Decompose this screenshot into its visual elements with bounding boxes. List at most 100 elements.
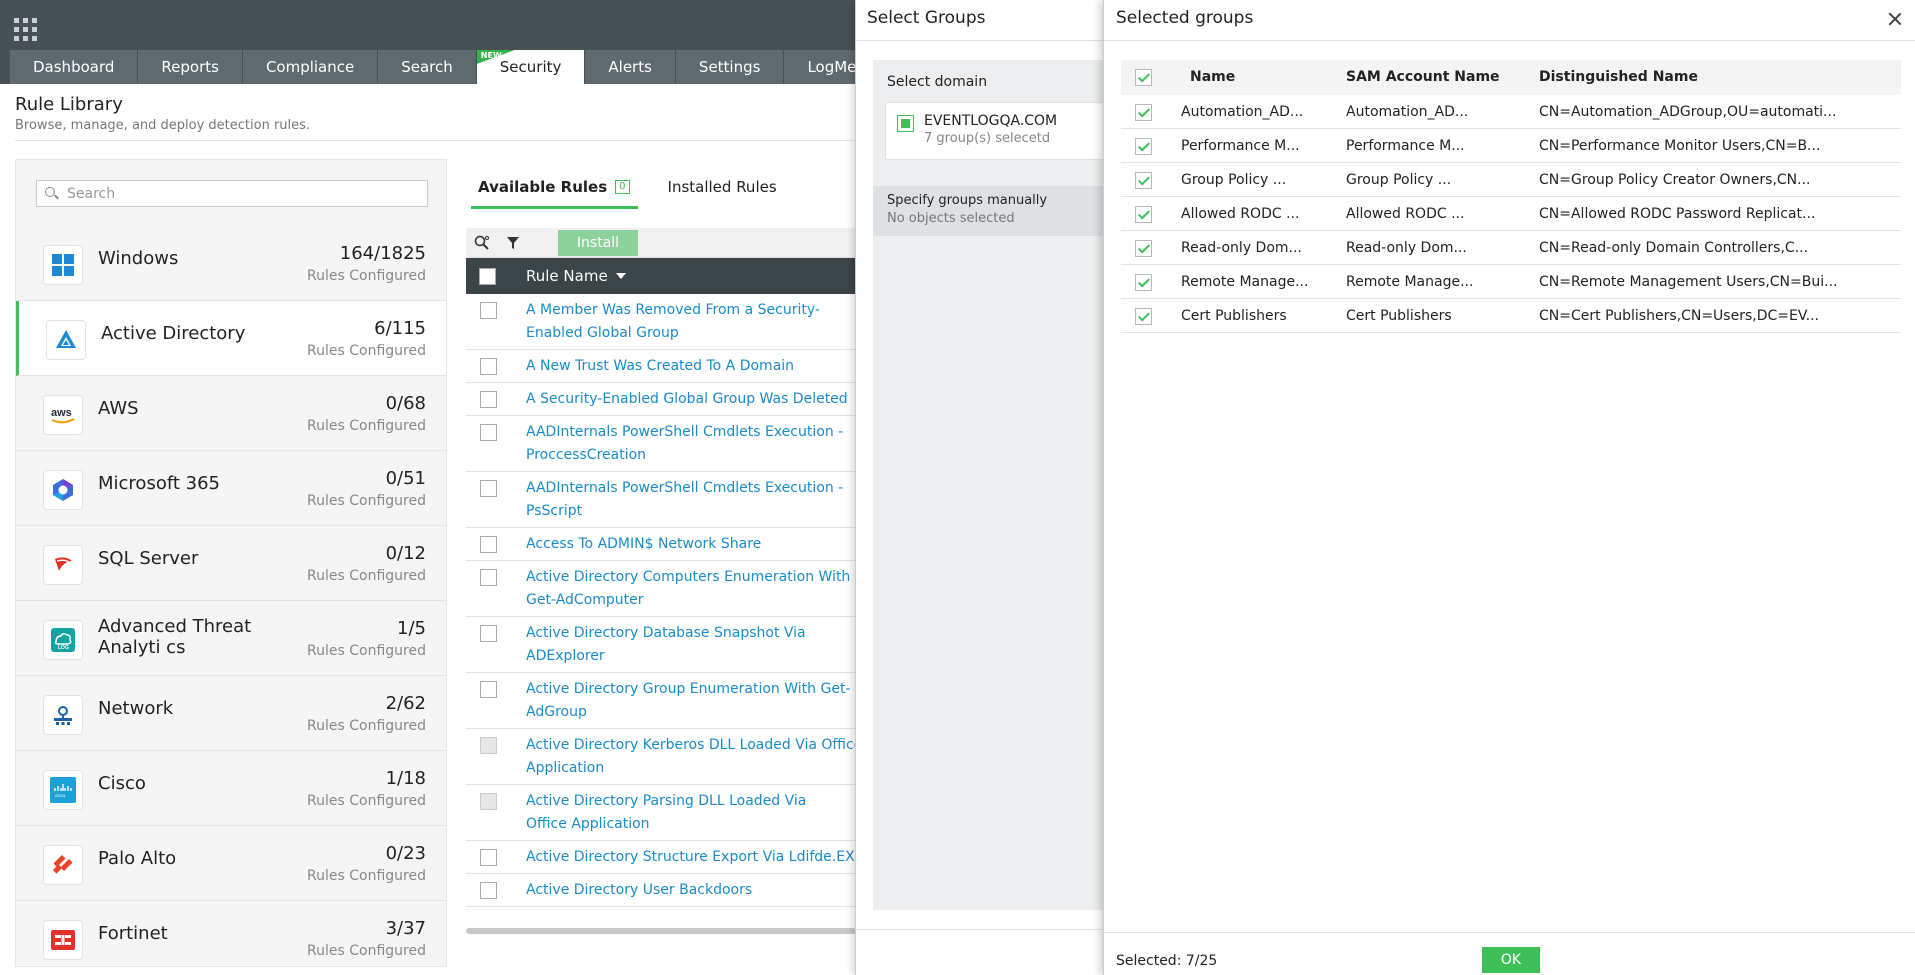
fortinet-icon — [43, 920, 83, 960]
rule-link[interactable]: A New Trust Was Created To A Domain — [526, 358, 794, 374]
tab-settings[interactable]: Settings — [675, 50, 785, 84]
column-header-rule-name[interactable]: Rule Name — [526, 267, 608, 285]
tab-label: Reports — [161, 58, 219, 76]
group-dn: CN=Performance Monitor Users,CN=B... — [1539, 138, 1821, 154]
group-dn: CN=Remote Management Users,CN=Bui... — [1539, 274, 1838, 290]
tab-label: Available Rules — [478, 178, 608, 196]
sidebar-item-fortinet[interactable]: Fortinet 3/37 Rules Configured — [16, 901, 446, 966]
rules-configured-label: Rules Configured — [307, 343, 426, 359]
rule-checkbox[interactable] — [480, 391, 497, 408]
row-checkbox[interactable] — [1135, 206, 1152, 223]
app-grid-icon[interactable] — [14, 18, 38, 42]
sidebar-item-windows[interactable]: Windows 164/1825 Rules Configured — [16, 226, 446, 301]
aws-icon: aws — [43, 395, 83, 435]
tab-compliance[interactable]: Compliance — [242, 50, 379, 84]
rule-link[interactable]: Active Directory Structure Export Via Ld… — [526, 849, 856, 865]
group-name: Cert Publishers — [1181, 308, 1287, 324]
select-all-checkbox[interactable] — [479, 268, 496, 285]
svg-text:cisco: cisco — [55, 793, 66, 798]
table-row: Read-only Dom... Read-only Dom... CN=Rea… — [1121, 231, 1901, 265]
category-name: Advanced Threat Analyti cs — [98, 616, 252, 658]
sidebar-item-network[interactable]: Network 2/62 Rules Configured — [16, 676, 446, 751]
rule-checkbox[interactable] — [480, 569, 497, 586]
tab-dashboard[interactable]: Dashboard — [10, 50, 139, 84]
domain-item[interactable]: EVENTLOGQA.COM 7 group(s) selecetd — [885, 102, 1106, 160]
group-sam: Group Policy ... — [1346, 172, 1452, 188]
rule-link[interactable]: Access To ADMIN$ Network Share — [526, 536, 761, 552]
rule-checkbox[interactable] — [480, 882, 497, 899]
rule-row: A Security-Enabled Global Group Was Dele… — [466, 383, 856, 416]
tab-label: Search — [401, 58, 453, 76]
row-checkbox[interactable] — [1135, 172, 1152, 189]
sort-down-icon[interactable] — [616, 273, 626, 279]
rule-link[interactable]: Active Directory Parsing DLL Loaded Via … — [526, 790, 851, 836]
close-icon[interactable] — [1888, 12, 1902, 26]
tab-security[interactable]: NEW Security — [476, 50, 586, 84]
rule-row: Active Directory Structure Export Via Ld… — [466, 841, 856, 874]
category-count: 0/23 — [385, 843, 426, 864]
domain-group-count: 7 group(s) selecetd — [924, 131, 1051, 146]
tab-alerts[interactable]: Alerts — [585, 50, 676, 84]
sidebar-item-aws[interactable]: aws AWS 0/68 Rules Configured — [16, 376, 446, 451]
column-header-name[interactable]: Name — [1190, 69, 1235, 85]
rule-checkbox[interactable] — [480, 536, 497, 553]
rules-table-header: Rule Name — [466, 258, 856, 294]
rule-checkbox[interactable] — [480, 681, 497, 698]
specify-groups-manually[interactable]: Specify groups manually No objects selec… — [873, 186, 1106, 236]
select-all-checkbox[interactable] — [1135, 69, 1152, 86]
selected-groups-panel: Selected groups Name SAM Account Name Di… — [1103, 0, 1915, 975]
selected-count: Selected: 7/25 — [1116, 953, 1218, 969]
tab-label: LogMe — [807, 58, 857, 76]
cisco-icon: cisco — [43, 770, 83, 810]
rule-checkbox[interactable] — [480, 625, 497, 642]
rule-link[interactable]: AADInternals PowerShell Cmdlets Executio… — [526, 421, 851, 467]
group-name: Group Policy ... — [1181, 172, 1287, 188]
filter-icon[interactable] — [506, 236, 520, 250]
rule-link[interactable]: Active Directory User Backdoors — [526, 882, 752, 898]
install-button[interactable]: Install — [558, 230, 638, 256]
search-input[interactable] — [67, 185, 407, 202]
rule-checkbox[interactable] — [480, 302, 497, 319]
rule-checkbox — [480, 737, 497, 754]
ok-button[interactable]: OK — [1482, 947, 1540, 973]
row-checkbox[interactable] — [1135, 138, 1152, 155]
search-settings-icon[interactable] — [474, 235, 490, 251]
page-title: Rule Library — [15, 94, 123, 115]
column-header-sam[interactable]: SAM Account Name — [1346, 69, 1500, 85]
windows-icon — [43, 245, 83, 285]
rule-checkbox[interactable] — [480, 849, 497, 866]
sidebar-item-cisco[interactable]: cisco Cisco 1/18 Rules Configured — [16, 751, 446, 826]
sidebar-item-sql-server[interactable]: SQL Server 0/12 Rules Configured — [16, 526, 446, 601]
row-checkbox[interactable] — [1135, 274, 1152, 291]
rule-link[interactable]: Active Directory Computers Enumeration W… — [526, 566, 851, 612]
sidebar-item-advanced-threat-analytics[interactable]: LOG Advanced Threat Analyti cs 1/5 Rules… — [16, 601, 446, 676]
group-dn: CN=Group Policy Creator Owners,CN... — [1539, 172, 1811, 188]
rule-checkbox[interactable] — [480, 424, 497, 441]
horizontal-scrollbar[interactable] — [466, 928, 856, 934]
rule-checkbox[interactable] — [480, 358, 497, 375]
category-count: 1/5 — [397, 618, 426, 639]
rule-link[interactable]: A Security-Enabled Global Group Was Dele… — [526, 391, 848, 407]
rule-link[interactable]: AADInternals PowerShell Cmdlets Executio… — [526, 477, 851, 523]
tab-installed-rules[interactable]: Installed Rules — [638, 172, 777, 209]
rule-link[interactable]: A Member Was Removed From a Security-Ena… — [526, 299, 856, 345]
sidebar-item-microsoft-365[interactable]: Microsoft 365 0/51 Rules Configured — [16, 451, 446, 526]
manual-value: No objects selected — [887, 211, 1015, 226]
rule-checkbox[interactable] — [480, 480, 497, 497]
sidebar-item-active-directory[interactable]: Active Directory 6/115 Rules Configured — [16, 301, 446, 376]
category-count: 0/51 — [385, 468, 426, 489]
tab-search[interactable]: Search — [378, 50, 477, 84]
tab-label: Security — [499, 58, 562, 76]
sidebar-item-palo-alto[interactable]: Palo Alto 0/23 Rules Configured — [16, 826, 446, 901]
tab-available-rules[interactable]: Available Rules 0 — [471, 172, 638, 209]
rule-link[interactable]: Active Directory Kerberos DLL Loaded Via… — [526, 734, 856, 780]
domain-checkbox[interactable] — [897, 115, 914, 132]
row-checkbox[interactable] — [1135, 104, 1152, 121]
rule-link[interactable]: Active Directory Database Snapshot Via A… — [526, 622, 826, 668]
row-checkbox[interactable] — [1135, 308, 1152, 325]
tab-reports[interactable]: Reports — [138, 50, 243, 84]
row-checkbox[interactable] — [1135, 240, 1152, 257]
rule-link[interactable]: Active Directory Group Enumeration With … — [526, 678, 851, 724]
panel-title: Select Groups — [867, 8, 986, 28]
column-header-dn[interactable]: Distinguished Name — [1539, 69, 1698, 85]
